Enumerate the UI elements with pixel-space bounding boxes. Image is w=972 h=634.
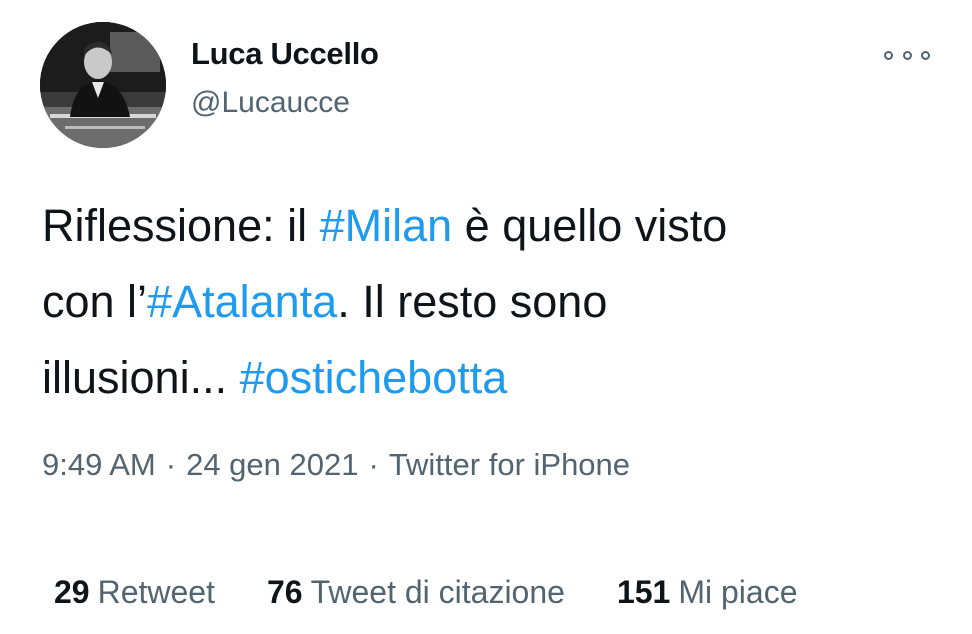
tweet-meta: 9:49 AM · 24 gen 2021 · Twitter for iPhone [42,447,630,483]
more-options-icon[interactable] [884,40,930,70]
like-number: 151 [616,574,671,610]
tweet-text-segment: . Il resto sono [337,276,608,327]
more-dot [921,50,930,60]
tweet-line: illusioni... #ostichebotta [42,340,942,416]
tweet-text-segment: con l’ [42,276,148,327]
retweet-count[interactable]: 29 Retweet [54,574,215,611]
hashtag-link[interactable]: #ostichebotta [240,352,508,403]
avatar[interactable] [40,22,166,148]
tweet-line: con l’#Atalanta. Il resto sono [42,264,942,340]
more-dot [884,50,893,60]
hashtag-link[interactable]: #Milan [320,200,453,251]
tweet-text-segment: è quello visto [452,200,728,251]
like-label: Mi piace [678,574,798,610]
tweet-text: Riflessione: il #Milan è quello visto co… [42,188,942,416]
meta-separator: · [368,447,379,482]
quote-number: 76 [266,574,303,610]
retweet-number: 29 [54,574,90,610]
tweet-text-segment: Riflessione: il [42,200,320,251]
like-count[interactable]: 151 Mi piace [617,574,798,611]
retweet-label: Retweet [97,574,215,610]
tweet-time[interactable]: 9:49 AM [42,447,156,482]
user-handle[interactable]: @Lucaucce [191,86,350,120]
meta-separator: · [165,447,177,482]
tweet-stats: 29 Retweet 76 Tweet di citazione 151 Mi pia… [54,574,797,611]
tweet-line: Riflessione: il #Milan è quello visto [42,188,942,264]
hashtag-link[interactable]: #Atalanta [147,276,337,327]
display-name[interactable]: Luca Uccello [191,36,379,72]
tweet-text-segment: illusioni... [42,352,240,403]
tweet-date[interactable]: 24 gen 2021 [186,447,358,482]
profile-photo [40,22,166,148]
tweet-source[interactable]: Twitter for iPhone [389,447,630,482]
quote-tweet-count[interactable]: 76 Tweet di citazione [267,574,565,611]
more-dot [902,50,912,60]
quote-label: Tweet di citazione [310,574,565,610]
